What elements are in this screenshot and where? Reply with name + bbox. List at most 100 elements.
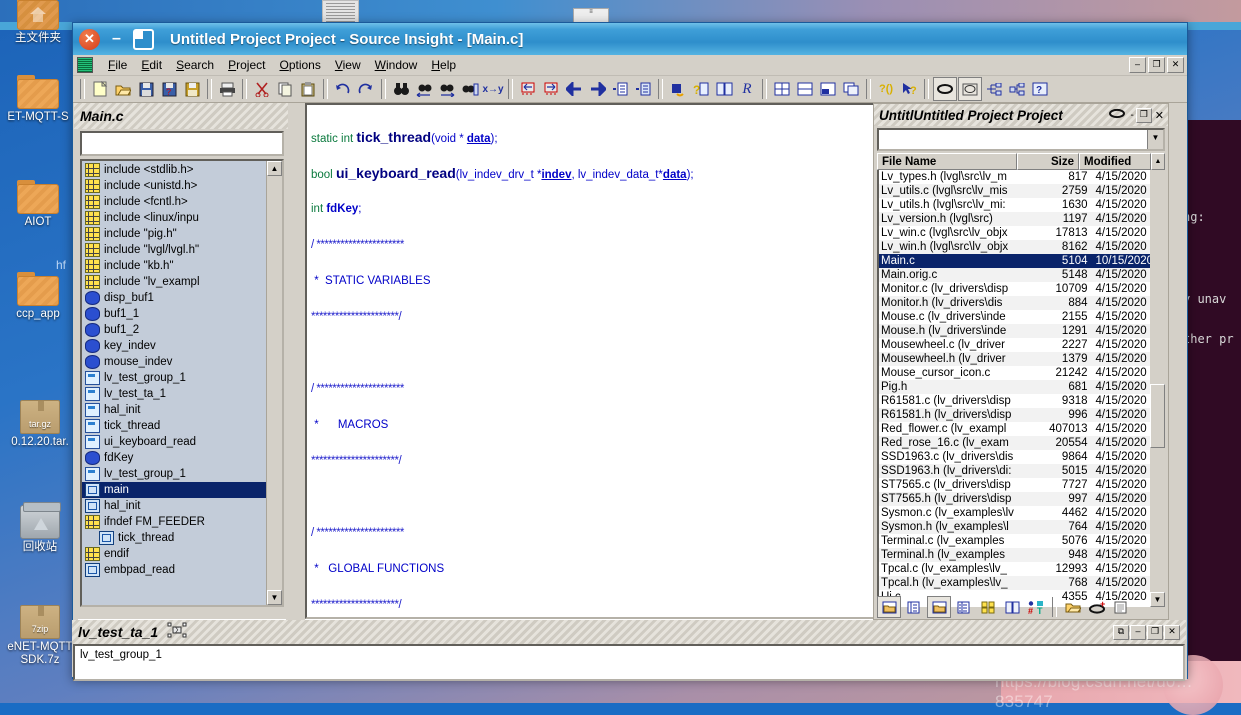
symbol-type-icon[interactable]: #T [1025, 597, 1047, 617]
relation-tree-icon[interactable] [1006, 78, 1028, 100]
project-file-row[interactable]: ST7565.c (lv_drivers\disp 7727 4/15/2020 [879, 478, 1165, 492]
open-project-icon[interactable] [927, 596, 951, 618]
mdi-minimize-button[interactable]: – [1129, 57, 1146, 73]
project-caption-restore[interactable]: ❐ [1135, 107, 1152, 123]
copy-icon[interactable] [274, 78, 296, 100]
sync-icon[interactable]: + [1086, 597, 1108, 617]
menu-project[interactable]: Project [221, 57, 272, 73]
find-prev-icon[interactable] [413, 78, 435, 100]
menu-options[interactable]: Options [272, 57, 327, 73]
symbol-list[interactable]: include <stdlib.h> include <unistd.h> incl… [80, 159, 284, 607]
desktop-icon-targz-archive[interactable]: tar.gz 0.12.20.tar. [4, 400, 76, 449]
project-file-row[interactable]: Tpcal.h (lv_examples\lv_ 768 4/15/2020 [879, 576, 1165, 590]
link-icon[interactable] [933, 77, 957, 101]
symbol-list-scrollbar[interactable]: ▲ ▼ [266, 161, 282, 605]
column-header-filename[interactable]: File Name [877, 153, 1017, 170]
jump-back-marker-icon[interactable] [517, 78, 539, 100]
project-file-row[interactable]: Terminal.c (lv_examples 5076 4/15/2020 [879, 534, 1165, 548]
maximize-icon[interactable] [133, 28, 154, 50]
cut-scissors-icon[interactable] [251, 78, 273, 100]
symbol-list-item[interactable]: include <linux/inpu [82, 210, 282, 226]
open-folder-icon[interactable] [112, 78, 134, 100]
symbol-hand-icon[interactable] [667, 78, 689, 100]
project-caption-close[interactable]: ✕ [1155, 109, 1164, 122]
relation-window-content[interactable]: lv_test_group_1 [73, 644, 1185, 681]
symbol-list-item[interactable]: include <stdlib.h> [82, 162, 282, 178]
desktop-icon-ccp-app[interactable]: ccp_app [2, 272, 74, 321]
column-header-modified[interactable]: Modified [1079, 153, 1151, 170]
minimize-icon[interactable]: – [106, 29, 127, 50]
project-file-row[interactable]: Lv_utils.c (lvgl\src\lv_mis 2759 4/15/2020 [879, 184, 1165, 198]
new-doc-icon[interactable] [1110, 597, 1132, 617]
symbol-list-item[interactable]: buf1_1 [82, 306, 282, 322]
find-in-files-icon[interactable] [459, 78, 481, 100]
window-titlebar[interactable]: ✕ – Untitled Project Project - Source In… [73, 23, 1187, 55]
project-file-row[interactable]: Mousewheel.h (lv_driver 1379 4/15/2020 [879, 352, 1165, 366]
project-file-row[interactable]: Red_flower.c (lv_exampl 407013 4/15/2020 [879, 422, 1165, 436]
project-file-row[interactable]: SSD1963.c (lv_drivers\dis 9864 4/15/2020 [879, 450, 1165, 464]
forward-arrow-icon[interactable] [586, 78, 608, 100]
scroll-up-icon[interactable]: ▲ [1151, 153, 1165, 170]
project-file-row[interactable]: Mousewheel.c (lv_driver 2227 4/15/2020 [879, 338, 1165, 352]
redo-icon[interactable] [355, 78, 377, 100]
scroll-thumb[interactable] [1150, 384, 1165, 448]
symbol-list-item[interactable]: buf1_2 [82, 322, 282, 338]
desktop-icon-et-mqtt[interactable]: ET-MQTT-S [2, 75, 74, 124]
project-file-row[interactable]: Lv_types.h (lvgl\src\lv_m 817 4/15/2020 [879, 170, 1165, 184]
desktop-icon-7z-archive[interactable]: 7zip eNET-MQTT SDK.7z [4, 605, 76, 667]
project-file-row[interactable]: Lv_win.c (lvgl\src\lv_objx 17813 4/15/2020 [879, 226, 1165, 240]
symbol-list-item[interactable]: include "kb.h" [82, 258, 282, 274]
code-text[interactable]: static int tick_thread(void * data); boo… [307, 105, 949, 617]
symbol-list-item[interactable]: include "lvgl/lvgl.h" [82, 242, 282, 258]
project-file-row[interactable]: Main.orig.c 5148 4/15/2020 [879, 268, 1165, 282]
project-filter-combo[interactable]: ▼ [877, 128, 1165, 151]
chevron-down-icon[interactable]: ▼ [1147, 130, 1163, 149]
menu-window[interactable]: Window [368, 57, 425, 73]
picture-frame-icon[interactable] [958, 77, 982, 101]
scroll-down-icon[interactable]: ▼ [267, 590, 282, 605]
project-file-row[interactable]: Red_rose_16.c (lv_exam 20554 4/15/2020 [879, 436, 1165, 450]
save-all-icon[interactable] [181, 78, 203, 100]
project-list-icon[interactable] [953, 597, 975, 617]
save-query-icon[interactable]: ? [158, 78, 180, 100]
cascade-windows-icon[interactable] [840, 78, 862, 100]
symbol-window-caption[interactable]: Main.c [74, 103, 288, 129]
symbol-list-item[interactable]: include "pig.h" [82, 226, 282, 242]
project-file-row[interactable]: R61581.h (lv_drivers\disp 996 4/15/2020 [879, 408, 1165, 422]
symbol-list-item[interactable]: hal_init [82, 498, 282, 514]
outline-icon[interactable] [983, 78, 1005, 100]
indent-right-icon[interactable] [632, 78, 654, 100]
symbol-list-item[interactable]: lv_test_group_1 [82, 370, 282, 386]
menu-view[interactable]: View [328, 57, 368, 73]
relation-close-button[interactable]: ✕ [1164, 624, 1180, 640]
syntax-format-icon[interactable]: ?() [875, 78, 897, 100]
symbol-list-item[interactable]: key_indev [82, 338, 282, 354]
desktop-icon-home-folder[interactable]: 主文件夹 [2, 0, 74, 45]
symbol-list-item[interactable]: hal_init [82, 402, 282, 418]
open-file-icon[interactable] [877, 596, 901, 618]
close-icon[interactable]: ✕ [79, 28, 100, 50]
project-window-caption[interactable]: UntitlUntitled Project Project - ❐ ✕ [874, 104, 1168, 126]
desktop-icon-aiot[interactable]: AIOT [2, 180, 74, 229]
help-book-icon[interactable]: ? [1029, 78, 1051, 100]
project-file-row[interactable]: Mouse.c (lv_drivers\inde 2155 4/15/2020 [879, 310, 1165, 324]
project-file-list[interactable]: Lv_types.h (lvgl\src\lv_m 817 4/15/2020 Lv_… [877, 170, 1165, 607]
relation-graph-icon[interactable]: Σ [166, 622, 188, 643]
project-list-scrollbar[interactable]: ▼ [1150, 170, 1165, 607]
project-file-row[interactable]: Monitor.h (lv_drivers\dis 884 4/15/2020 [879, 296, 1165, 310]
symbol-list-item[interactable]: fdKey [82, 450, 282, 466]
mdi-close-button[interactable]: ✕ [1167, 57, 1184, 73]
indent-left-icon[interactable] [609, 78, 631, 100]
project-file-row[interactable]: SSD1963.h (lv_drivers\di: 5015 4/15/2020 [879, 464, 1165, 478]
split-window-icon[interactable] [817, 78, 839, 100]
symbol-list-item[interactable]: lv_test_group_1 [82, 466, 282, 482]
symbol-list-item[interactable]: endif [82, 546, 282, 562]
symbol-list-item[interactable]: tick_thread [82, 418, 282, 434]
browse-book-icon[interactable] [713, 78, 735, 100]
symbol-list-item[interactable]: ui_keyboard_read [82, 434, 282, 450]
symbol-list-item[interactable]: lv_test_ta_1 [82, 386, 282, 402]
print-icon[interactable] [216, 78, 238, 100]
project-file-row[interactable]: Lv_win.h (lvgl\src\lv_objx 8162 4/15/2020 [879, 240, 1165, 254]
relation-maximize-button[interactable]: ❐ [1147, 624, 1163, 640]
desktop-icon-recycle-bin[interactable]: 回收站 [4, 502, 76, 554]
